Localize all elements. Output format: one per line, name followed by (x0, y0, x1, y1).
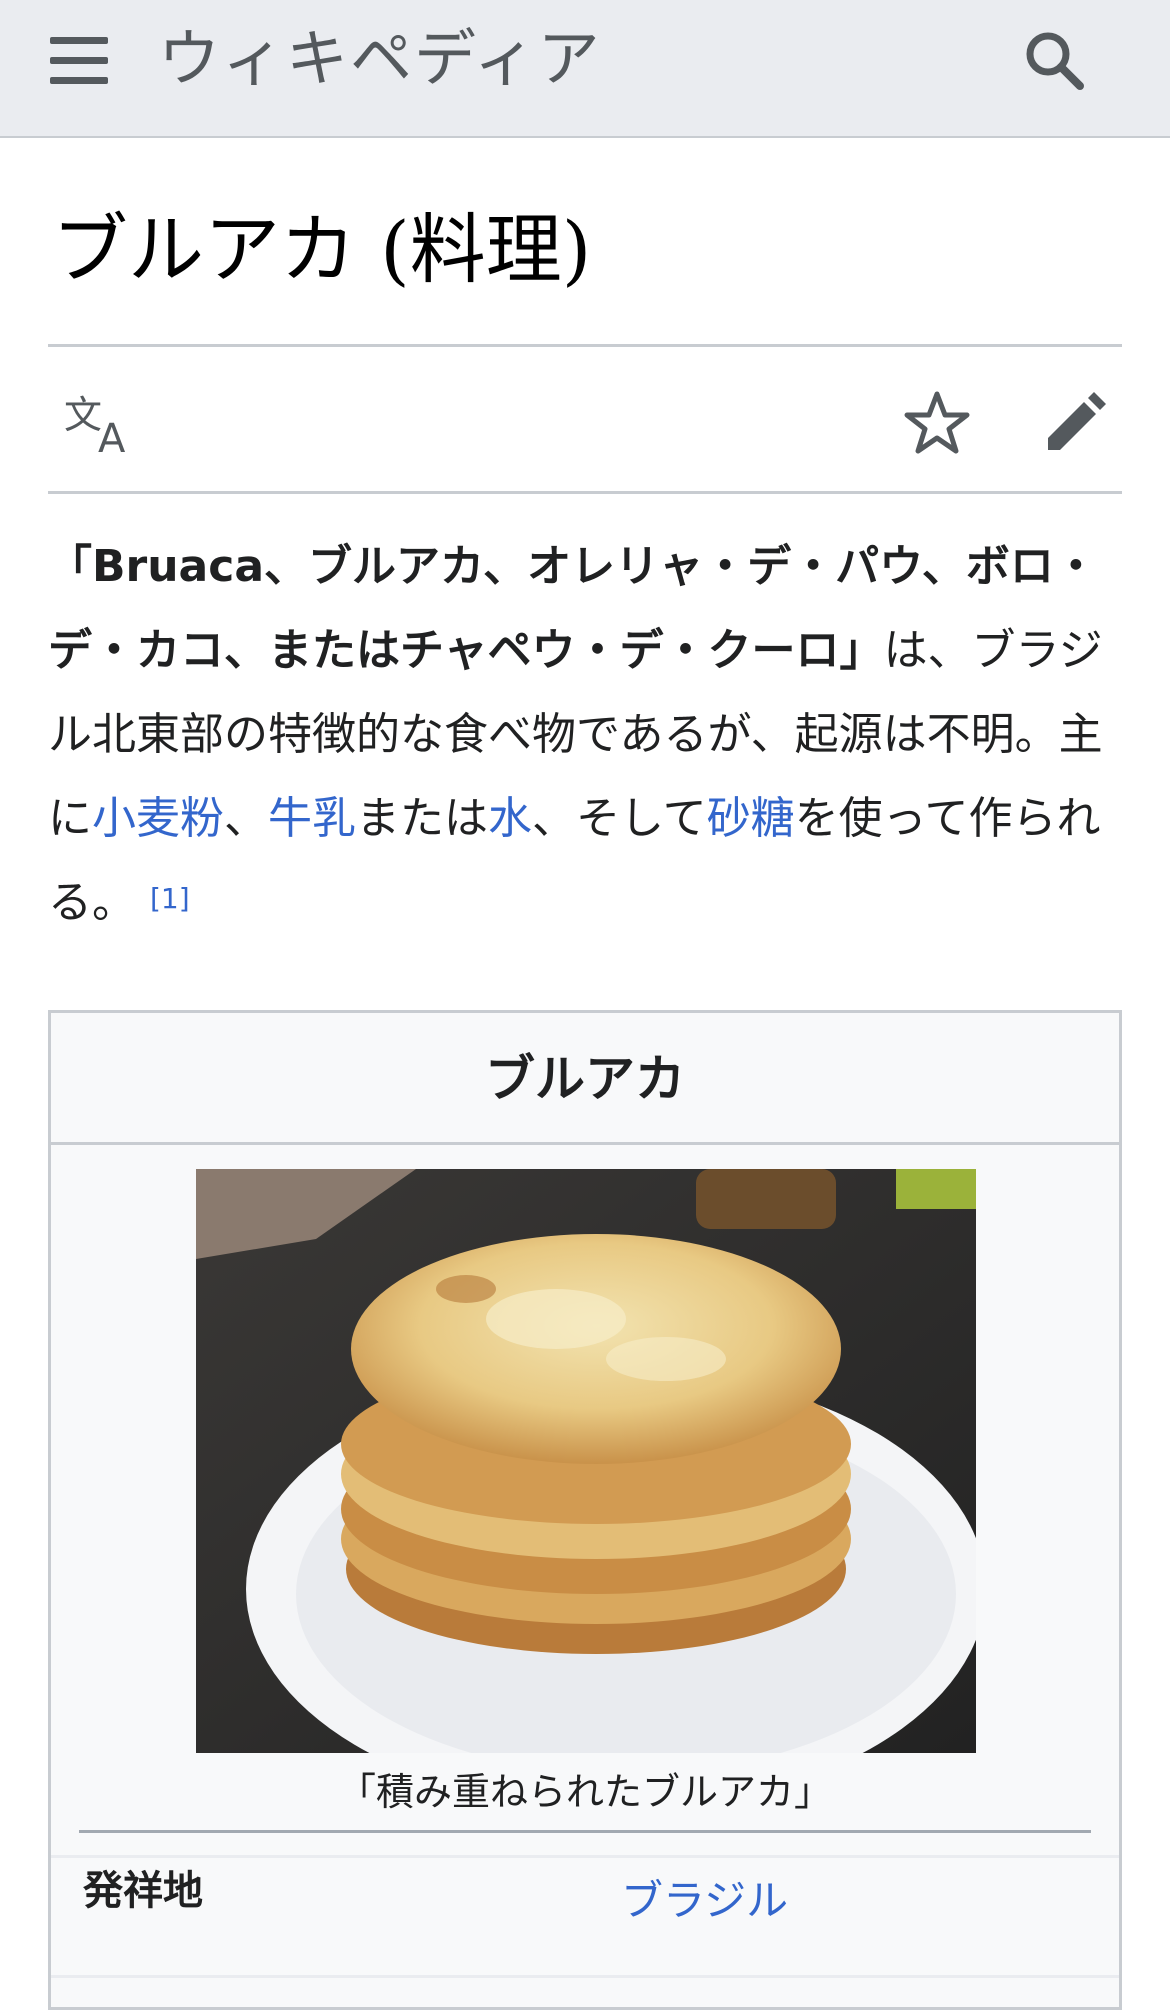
infobox-image[interactable] (196, 1169, 976, 1753)
caption-divider (79, 1830, 1091, 1833)
link-flour[interactable]: 小麦粉 (92, 793, 224, 844)
search-icon[interactable] (1022, 28, 1086, 92)
link-water[interactable]: 水 (488, 793, 532, 844)
svg-text:文: 文 (64, 393, 102, 437)
link-milk[interactable]: 牛乳 (268, 793, 356, 844)
wikipedia-wordmark[interactable]: ウィキペディア (158, 22, 602, 96)
actions-divider (48, 491, 1122, 494)
reference-link[interactable]: [1] (136, 877, 190, 928)
lead-text: または (356, 793, 488, 844)
page-title: ブルアカ (料理) (52, 205, 592, 294)
svg-text:A: A (98, 416, 126, 456)
infobox-row-label: 発祥地 (83, 1868, 203, 1914)
infobox-title: ブルアカ (51, 1013, 1119, 1145)
row-divider (51, 1975, 1119, 1978)
infobox-row-value-link[interactable]: ブラジル (621, 1873, 788, 1929)
infobox-caption: 「積み重ねられたブルアカ」 (337, 1770, 832, 1814)
hamburger-menu-icon[interactable] (50, 33, 110, 85)
title-divider (48, 344, 1122, 347)
star-icon[interactable] (902, 388, 972, 458)
lead-text: 、 (224, 793, 268, 844)
pencil-icon[interactable] (1040, 388, 1110, 458)
top-bar: ウィキペディア (0, 0, 1170, 138)
link-sugar[interactable]: 砂糖 (707, 793, 795, 844)
lead-text: 、そして (532, 793, 707, 844)
lead-paragraph: 「Bruaca、ブルアカ、オレリャ・デ・パウ、ボロ・デ・カコ、またはチャペウ・デ… (48, 525, 1128, 945)
row-divider (51, 1855, 1119, 1858)
translate-icon[interactable]: 文 A (60, 392, 140, 462)
infobox: ブルアカ 「積み重ねられたブルアカ」 発祥地 ブラジル (48, 1010, 1122, 2010)
